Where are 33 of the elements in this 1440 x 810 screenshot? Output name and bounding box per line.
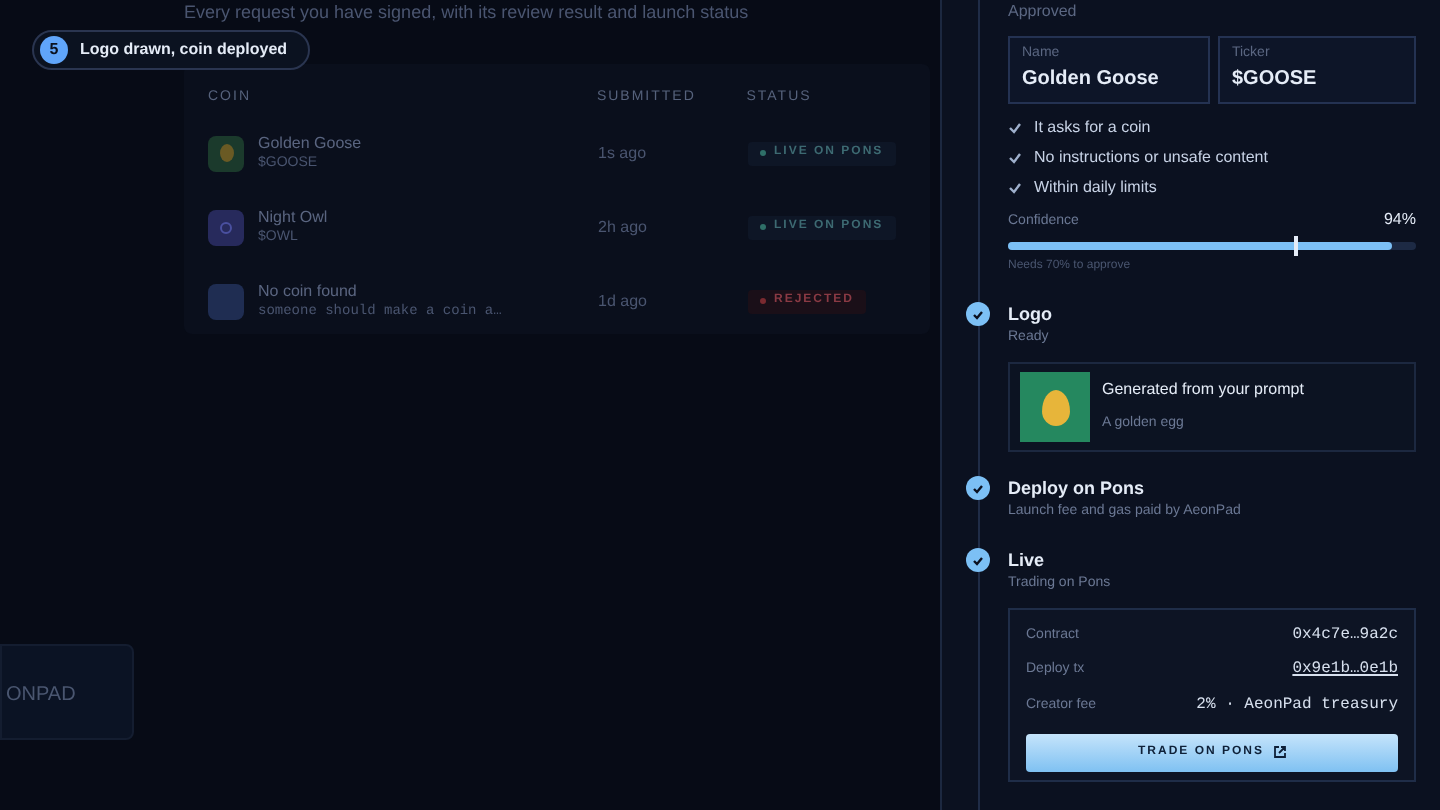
step-title: Logo xyxy=(1008,302,1054,326)
field-value: $GOOSE xyxy=(1231,66,1319,94)
step-title: Deploy on Pons xyxy=(1008,476,1147,500)
coin-icon xyxy=(208,283,244,319)
brand-label: ONPAD xyxy=(4,682,78,710)
transaction-link[interactable]: 0x9e1b…0e1b xyxy=(1292,658,1398,683)
step-title: Live xyxy=(1008,548,1047,572)
coin-icon xyxy=(208,209,244,245)
page-subtitle: Every request you have signed, with its review result and launch status xyxy=(184,0,751,26)
egg-icon xyxy=(208,135,244,171)
count-badge: 5 xyxy=(40,36,68,64)
table-cell-text: 1d ago xyxy=(598,289,649,313)
coin-name: No coin found xyxy=(258,280,359,302)
coin-name: Night Owl xyxy=(258,206,328,228)
field-value: Golden Goose xyxy=(1022,66,1161,94)
table-cell-text: 2h ago xyxy=(598,215,649,239)
check-icon xyxy=(1008,121,1022,133)
check-text: It asks for a coin xyxy=(1034,115,1151,139)
threshold-marker xyxy=(1293,236,1298,256)
external-link-icon xyxy=(1274,746,1286,758)
confidence-value: 94% xyxy=(1383,208,1416,232)
table-cell-text: 1s ago xyxy=(598,141,649,165)
card-title: Generated from your prompt xyxy=(1102,378,1304,403)
check-icon xyxy=(1008,181,1022,193)
toast-text: Logo drawn, coin deployed xyxy=(80,38,288,62)
egg-image xyxy=(1020,372,1090,442)
check-icon xyxy=(1008,151,1022,163)
coin-name: Golden Goose xyxy=(258,132,362,154)
check-text: Within daily limits xyxy=(1034,175,1157,199)
status-label: Approved xyxy=(1008,0,1079,24)
info-value: 2% · AeonPad treasury xyxy=(1196,693,1398,718)
info-value: 0x4c7e…9a2c xyxy=(1292,623,1398,648)
check-text: No instructions or unsafe content xyxy=(1034,145,1268,169)
